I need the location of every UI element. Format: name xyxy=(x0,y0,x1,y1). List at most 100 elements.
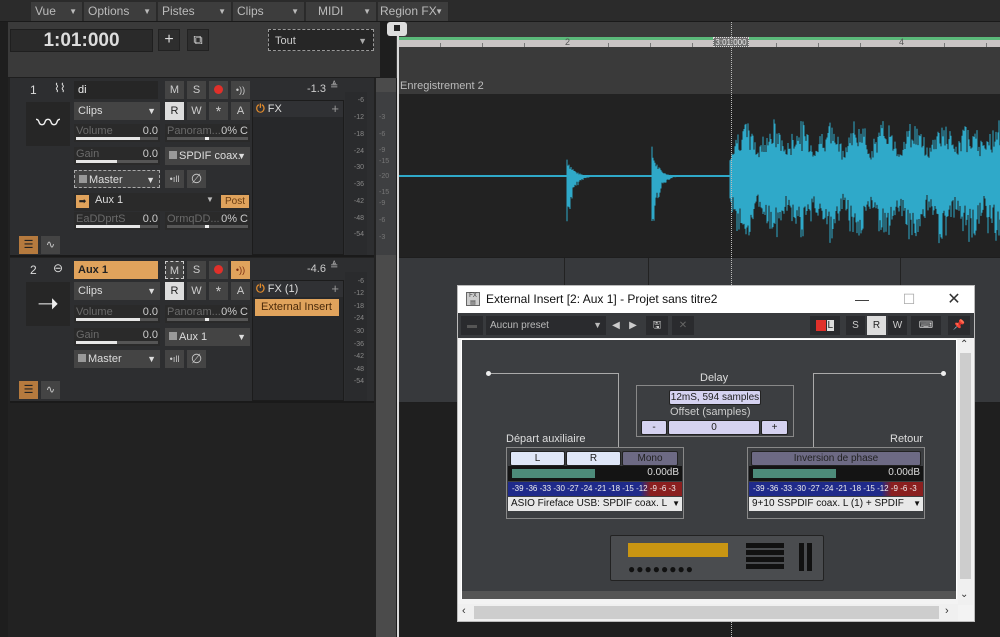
chevron-right-icon[interactable]: › xyxy=(945,605,949,617)
send-mono-button[interactable]: Mono xyxy=(622,451,678,466)
menu-options[interactable]: Options ▼ xyxy=(84,2,157,21)
output-dropdown[interactable]: Master ▼ xyxy=(74,350,160,368)
time-display[interactable]: 1:01:000 xyxy=(10,29,153,52)
archive-button[interactable]: A xyxy=(231,282,250,300)
mute-button[interactable]: M xyxy=(165,261,184,279)
send-target[interactable]: Aux 1 xyxy=(95,194,123,206)
auto-latency-button[interactable]: aL xyxy=(810,316,840,335)
phase-invert-button[interactable]: ∅ xyxy=(187,350,206,368)
save-preset-button[interactable]: 🖫 xyxy=(646,316,668,335)
keyboard-button[interactable]: ⌨ xyxy=(911,316,941,335)
scroll-thumb[interactable] xyxy=(474,606,939,619)
fx-item-external-insert[interactable]: External Insert xyxy=(255,299,339,316)
interleave-button[interactable]: •ıll xyxy=(165,170,184,188)
minimize-button[interactable]: — xyxy=(844,286,880,313)
menu-region-fx[interactable]: Region FX ▼ xyxy=(378,2,449,21)
waveform[interactable] xyxy=(397,94,1000,257)
send-level-meter[interactable]: 0.00dB xyxy=(508,466,682,481)
send-left-button[interactable]: L xyxy=(510,451,565,466)
output-dropdown[interactable]: Master ▼ xyxy=(74,170,160,188)
return-device-dropdown[interactable]: 9+10 SSPDIF coax. L (1) + SPDIF ▼ xyxy=(749,497,923,511)
delete-preset-button[interactable]: ✕ xyxy=(672,316,694,335)
input-mode-dropdown[interactable]: Clips ▼ xyxy=(74,282,160,300)
clip-name[interactable]: Enregistrement 2 xyxy=(397,78,1000,94)
send-arrow-icon[interactable]: ➡ xyxy=(76,195,89,208)
input-echo-button[interactable]: •)) xyxy=(231,261,250,279)
previous-preset-button[interactable]: ◀ xyxy=(608,316,624,335)
fx-rack[interactable]: ⏻ FX + xyxy=(252,100,344,255)
send-device-dropdown[interactable]: ASIO Fireface USB: SPDIF coax. L ▼ xyxy=(508,497,682,511)
timeline-ruler[interactable] xyxy=(396,22,1000,78)
add-fx-icon[interactable]: + xyxy=(331,281,339,297)
chevron-up-icon[interactable]: ⌃ xyxy=(960,339,968,350)
meter-options-icon[interactable]: ≜ xyxy=(330,81,338,92)
chevron-left-icon[interactable]: ‹ xyxy=(462,605,466,617)
offset-field[interactable]: 0 xyxy=(668,420,760,435)
write-automation-button[interactable]: W xyxy=(187,102,206,120)
track-name-field[interactable]: Aux 1 xyxy=(74,261,158,279)
add-track-button[interactable]: + xyxy=(158,29,180,51)
chevron-down-icon[interactable]: ⌄ xyxy=(960,589,968,600)
next-preset-button[interactable]: ▶ xyxy=(625,316,641,335)
preset-menu-icon[interactable]: ▬ xyxy=(461,316,483,335)
power-icon[interactable]: ⏻ xyxy=(256,283,265,295)
record-arm-button[interactable] xyxy=(209,81,228,99)
menu-vue[interactable]: Vue ▼ xyxy=(31,2,83,21)
read-automation-button[interactable]: R xyxy=(165,282,184,300)
mixer-view-button[interactable]: ☰ xyxy=(19,381,38,399)
archive-button[interactable]: A xyxy=(231,102,250,120)
ruler-bar[interactable] xyxy=(398,37,1000,47)
playhead-handle[interactable] xyxy=(387,22,407,36)
track-name-field[interactable]: di xyxy=(74,81,158,99)
meter-options-icon[interactable]: ≜ xyxy=(330,261,338,272)
add-fx-icon[interactable]: + xyxy=(331,101,339,117)
track-filter-dropdown[interactable]: Tout ▼ xyxy=(268,29,374,51)
send-pan-slider[interactable]: OrmqDD... 0% C xyxy=(165,212,250,230)
fx-rack[interactable]: ⏻ FX (1) + External Insert xyxy=(252,280,344,401)
maximize-button[interactable]: ☐ xyxy=(891,286,927,313)
offset-increment-button[interactable]: + xyxy=(761,420,788,435)
automation-view-button[interactable]: ∿ xyxy=(41,236,60,254)
send-level-slider[interactable]: EaDDprtS 0.0 xyxy=(74,212,160,230)
track-1[interactable]: 1 ⌇⌇ di M S •)) 〰 Clips ▼ R W * A Volume 0… xyxy=(10,78,374,257)
solo-button[interactable]: S xyxy=(187,81,206,99)
preset-dropdown[interactable]: Aucun preset ▼ xyxy=(486,316,606,335)
vertical-scrollbar[interactable]: ⌃ ⌄ xyxy=(958,339,973,605)
interleave-button[interactable]: •ıll xyxy=(165,350,184,368)
write-button[interactable]: W xyxy=(888,316,907,335)
write-automation-button[interactable]: W xyxy=(187,282,206,300)
pan-slider[interactable]: Panoram... 0% C xyxy=(165,124,250,142)
input-device-dropdown[interactable]: Aux 1 ▼ xyxy=(165,328,250,346)
input-device-dropdown[interactable]: SPDIF coax. ▼ xyxy=(165,147,250,165)
return-level-meter[interactable]: 0.00dB xyxy=(749,466,923,481)
gain-slider[interactable]: Gain 0.0 xyxy=(74,328,160,346)
mute-button[interactable]: M xyxy=(165,81,184,99)
phase-invert-button[interactable]: Inversion de phase xyxy=(751,451,921,466)
read-automation-button[interactable]: R xyxy=(165,102,184,120)
pin-button[interactable]: 📌 xyxy=(948,316,970,335)
add-folder-button[interactable]: ⧉ xyxy=(187,29,209,51)
menu-midi[interactable]: MIDI ▼ xyxy=(306,2,377,21)
pan-slider[interactable]: Panoram... 0% C xyxy=(165,305,250,323)
horizontal-scrollbar[interactable]: ‹ › xyxy=(458,604,958,621)
sidechain-button[interactable]: S xyxy=(846,316,865,335)
chevron-down-icon[interactable]: ▼ xyxy=(206,195,214,204)
solo-button[interactable]: S xyxy=(187,261,206,279)
track-2[interactable]: 2 ⊖ Aux 1 M S •)) ➝ Clips ▼ R W * A Volum… xyxy=(10,258,374,403)
freeze-button[interactable]: * xyxy=(209,282,228,300)
automation-view-button[interactable]: ∿ xyxy=(41,381,60,399)
send-mode-toggle[interactable]: Post xyxy=(221,195,249,208)
mixer-view-button[interactable]: ☰ xyxy=(19,236,38,254)
phase-invert-button[interactable]: ∅ xyxy=(187,170,206,188)
volume-slider[interactable]: Volume 0.0 xyxy=(74,305,160,323)
input-mode-dropdown[interactable]: Clips ▼ xyxy=(74,102,160,120)
send-right-button[interactable]: R xyxy=(566,451,621,466)
menu-clips[interactable]: Clips ▼ xyxy=(233,2,305,21)
read-button[interactable]: R xyxy=(867,316,886,335)
power-icon[interactable]: ⏻ xyxy=(256,103,265,115)
freeze-button[interactable]: * xyxy=(209,102,228,120)
record-arm-button[interactable] xyxy=(209,261,228,279)
menu-pistes[interactable]: Pistes ▼ xyxy=(158,2,232,21)
close-button[interactable]: ✕ xyxy=(936,286,972,313)
window-titlebar[interactable]: FX ▤ External Insert [2: Aux 1] - Projet … xyxy=(458,286,974,313)
